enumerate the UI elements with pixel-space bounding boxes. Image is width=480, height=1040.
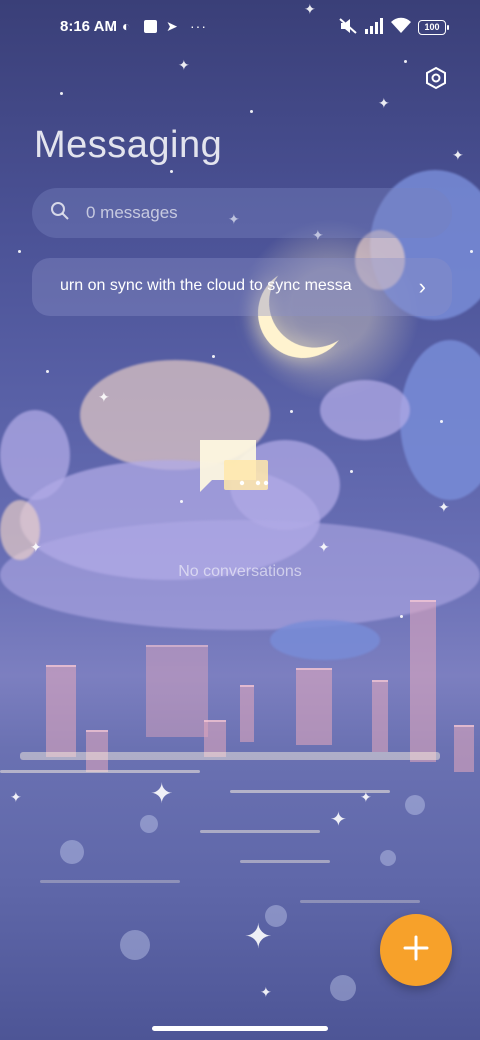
- cloud-sync-banner[interactable]: urn on sync with the cloud to sync messa…: [32, 258, 452, 316]
- chat-bubbles-icon: [198, 438, 278, 498]
- search-input[interactable]: [84, 202, 428, 224]
- status-bar: 8:16 AM ◐ ➤ ··· 100: [0, 0, 480, 56]
- sync-banner-text: urn on sync with the cloud to sync messa: [60, 277, 352, 294]
- play-icon: ➤: [166, 18, 178, 34]
- empty-state-text: No conversations: [178, 563, 302, 580]
- signal-icon: [364, 18, 386, 39]
- settings-hexagon-icon: [424, 66, 448, 95]
- more-dots-icon: ···: [190, 18, 207, 34]
- new-conversation-button[interactable]: [380, 914, 452, 986]
- battery-indicator: 100: [418, 20, 449, 35]
- wifi-icon: [390, 17, 412, 39]
- home-indicator[interactable]: [152, 1026, 328, 1031]
- chevron-right-icon: ›: [418, 274, 426, 299]
- status-time: 8:16 AM: [60, 18, 117, 35]
- notification-c-icon: ◐: [122, 18, 131, 34]
- search-bar[interactable]: [32, 188, 452, 238]
- square-app-icon: [144, 20, 157, 33]
- page-title: Messaging: [34, 124, 223, 166]
- plus-icon: [402, 934, 430, 967]
- messaging-screen: ✦ ✦ ✦ ✦ ✦ ✦ ✦ ✦ ✦ ✦ ✦ ✦ ✦ ✦ ✦ ✦ 8:16 AM …: [0, 0, 480, 1040]
- search-icon: [50, 201, 70, 226]
- settings-button[interactable]: [420, 64, 452, 96]
- mute-icon: [338, 17, 358, 40]
